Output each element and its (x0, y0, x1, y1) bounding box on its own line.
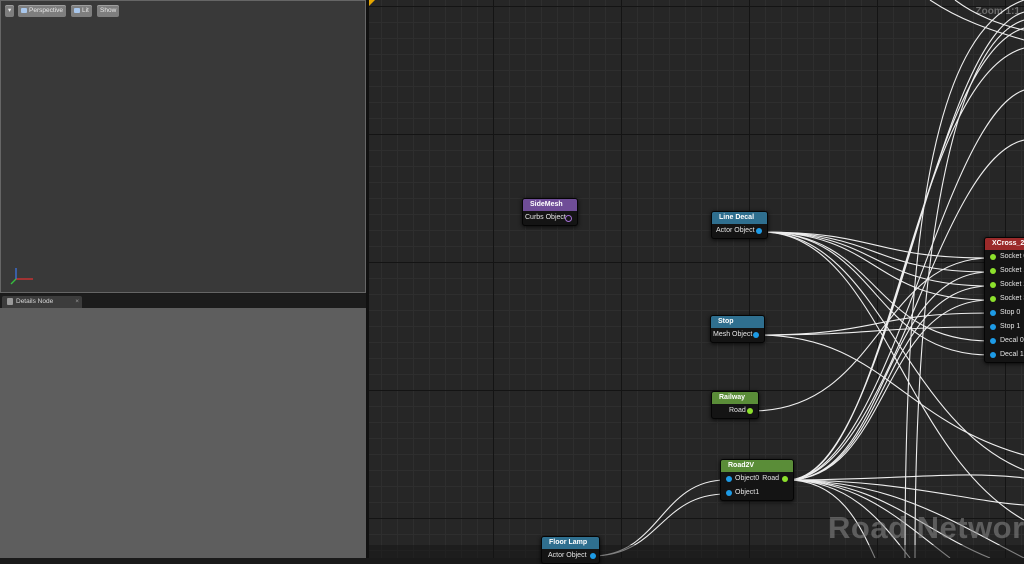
xcross-pin-list: Socket 0 Socket 1 Socket 2 Socket 3 Stop 0 St… (985, 250, 1024, 362)
input-pin-icon[interactable] (990, 338, 996, 344)
node-stop[interactable]: Stop Mesh Object (710, 315, 765, 343)
node-xcross-2v[interactable]: XCross_2V Socket 0Socket 1Socket 2Socket… (984, 237, 1024, 363)
node-sidemesh[interactable]: SideMesh Curbs Object (522, 198, 578, 226)
pin-row: Socket 0 (985, 250, 1024, 264)
node-title: Floor Lamp (542, 537, 599, 549)
pin-row: Socket 3 (985, 292, 1024, 306)
pin-label: Curbs Object (525, 214, 566, 221)
pin-row: Stop 1 (985, 320, 1024, 334)
node-title: Stop (711, 316, 764, 328)
pin-label: Stop 1 (1000, 323, 1021, 330)
node-road2v[interactable]: Road2V Object0 Road Object1 (720, 459, 794, 501)
road-pin-icon[interactable] (747, 408, 753, 414)
graph-watermark: Road Network (828, 510, 1024, 545)
wire-decal-socket2 (760, 231, 991, 287)
pin-row: Road (712, 404, 758, 418)
node-title: Railway (712, 392, 758, 404)
pin-label: Road (729, 407, 746, 414)
pin-row: Decal 0 (985, 334, 1024, 348)
wire-decal-decal0 (760, 231, 991, 342)
node-line-decal[interactable]: Line Decal Actor Object (711, 211, 768, 239)
pin-label: Socket 2 (1000, 281, 1024, 288)
pin-label: Socket 3 (1000, 295, 1024, 302)
pin-row: Actor Object (542, 549, 599, 563)
pin-row: Object1 (721, 486, 793, 500)
pin-label: Mesh Object (713, 331, 753, 338)
input-pin-icon[interactable] (990, 310, 996, 316)
input-pin-icon[interactable] (990, 296, 996, 302)
road-out-pin-icon[interactable] (782, 476, 788, 482)
input-pin-icon[interactable] (990, 352, 996, 358)
pin-label: Decal 0 (1000, 337, 1024, 344)
pin-label: Socket 0 (1000, 253, 1024, 260)
pin-row: Actor Object (712, 224, 767, 238)
pin-row: Curbs Object (523, 211, 577, 225)
node-title: Line Decal (712, 212, 767, 224)
input-pin-icon[interactable] (990, 254, 996, 260)
node-title: XCross_2V (985, 238, 1024, 250)
pin-row: Decal 1 (985, 348, 1024, 362)
object0-pin-icon[interactable] (726, 476, 732, 482)
wire-stop-stop0 (757, 312, 991, 336)
actor-object-pin-icon[interactable] (756, 228, 762, 234)
node-railway[interactable]: Railway Road (711, 391, 759, 419)
actor-object-pin-icon[interactable] (590, 553, 596, 559)
node-title: Road2V (721, 460, 793, 472)
mesh-object-pin-icon[interactable] (753, 332, 759, 338)
pin-row: Socket 2 (985, 278, 1024, 292)
input-pin-icon[interactable] (990, 282, 996, 288)
pin-label: Road (762, 475, 779, 482)
curbs-object-pin-icon[interactable] (565, 215, 572, 222)
pin-row: Socket 1 (985, 264, 1024, 278)
input-pin-icon[interactable] (990, 324, 996, 330)
pin-label: Actor Object (716, 227, 755, 234)
pin-label: Object1 (735, 489, 760, 496)
wire-decal-socket3 (760, 231, 991, 301)
object1-pin-icon[interactable] (726, 490, 732, 496)
pin-label: Decal 1 (1000, 351, 1024, 358)
pin-label: Stop 0 (1000, 309, 1021, 316)
wires-layer (591, 0, 1024, 558)
wire-road2v-socket2 (786, 285, 991, 481)
node-title: SideMesh (523, 199, 577, 211)
node-floor-lamp[interactable]: Floor Lamp Actor Object (541, 536, 600, 564)
input-pin-icon[interactable] (990, 268, 996, 274)
graph-bottom-shadow (369, 545, 1024, 558)
wire-road2v-socket1 (786, 271, 991, 481)
pin-label: Object0 (735, 475, 760, 482)
pin-row: Object0 Road (721, 472, 793, 486)
pin-row: Mesh Object (711, 328, 764, 342)
pin-row: Stop 0 (985, 306, 1024, 320)
pin-label: Socket 1 (1000, 267, 1024, 274)
